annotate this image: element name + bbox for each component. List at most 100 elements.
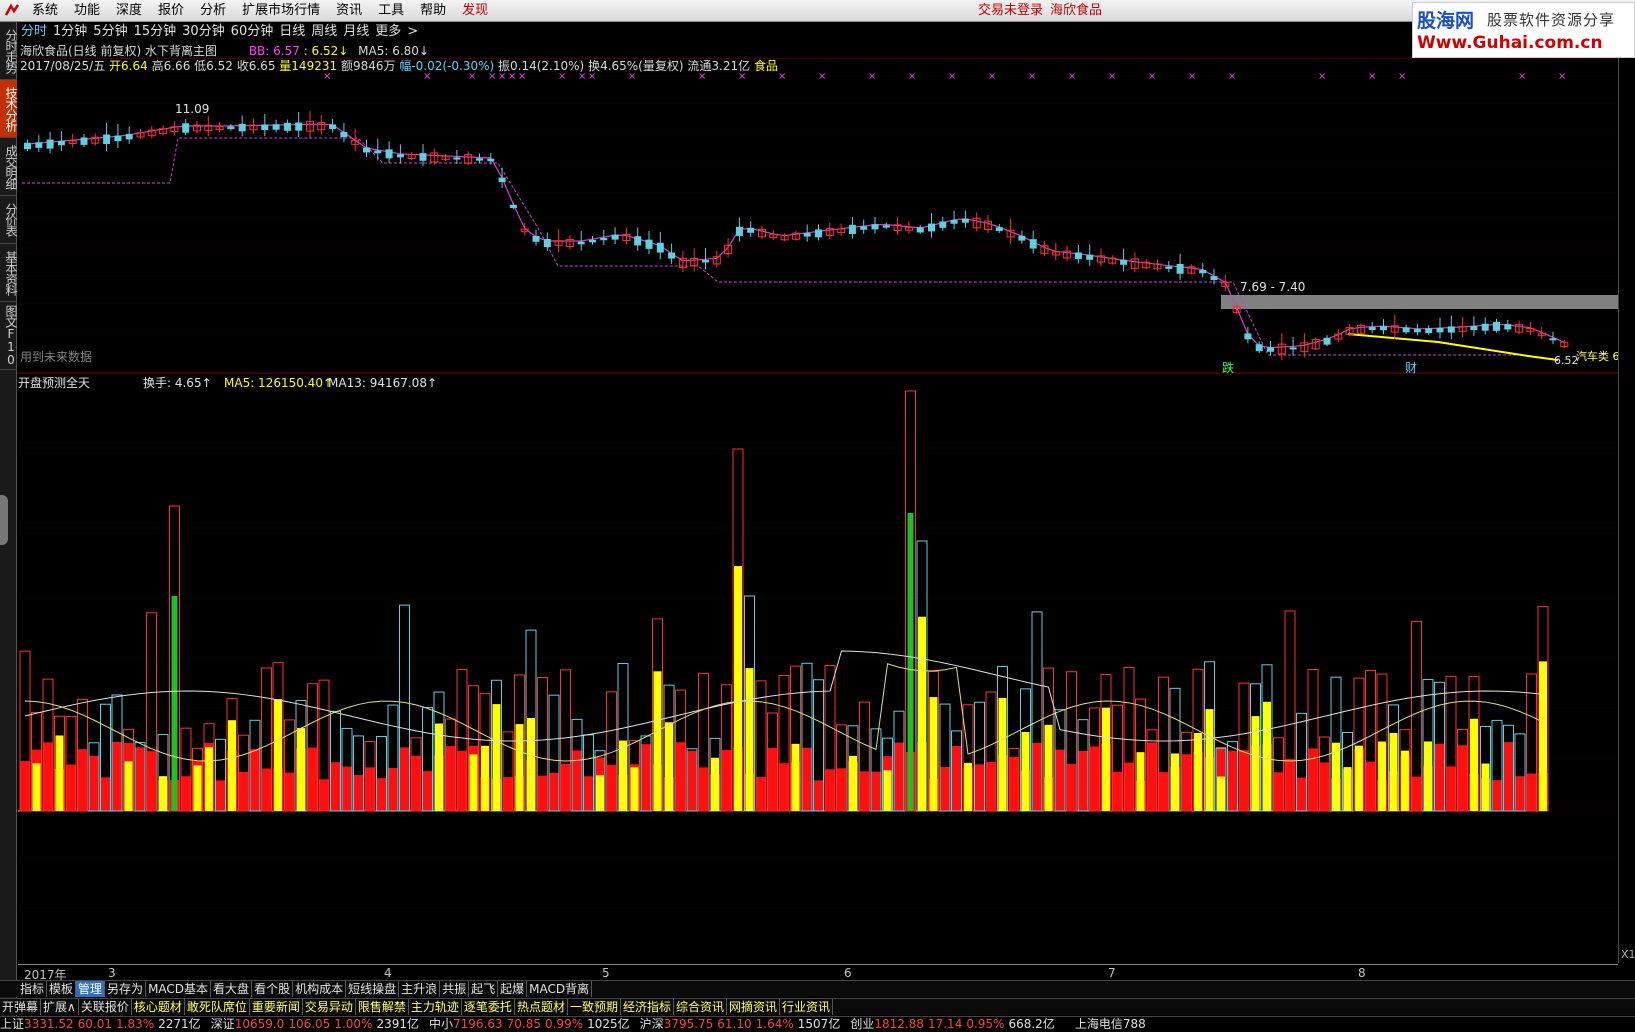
ticker-amount: 1025亿 — [587, 1017, 630, 1031]
volume-bar — [606, 764, 617, 811]
period-tab[interactable]: 15分钟 — [131, 22, 180, 42]
menu-item[interactable]: 发现 — [454, 0, 496, 22]
menu-item[interactable]: 分析 — [192, 0, 234, 22]
info-button[interactable]: 扩展∧ — [41, 999, 79, 1015]
menu-item[interactable]: 报价 — [150, 0, 192, 22]
info-button[interactable]: 核心题材 — [132, 999, 185, 1015]
indicator-button[interactable]: MACD基本 — [146, 981, 212, 997]
info-button[interactable]: 逐笔委托 — [462, 999, 515, 1015]
ticker-name: 中小 — [428, 1017, 453, 1031]
left-tab[interactable]: 图文F10 — [0, 302, 18, 370]
info-button[interactable]: 重要新闻 — [250, 999, 303, 1015]
info-button[interactable]: 主力轨迹 — [409, 999, 462, 1015]
info-button[interactable]: 经济指标 — [621, 999, 674, 1015]
volume-bar — [894, 742, 904, 811]
candle-body — [656, 242, 664, 253]
turnover-bar — [228, 720, 236, 811]
indicator-button[interactable]: 起飞 — [469, 981, 499, 997]
indicator-button[interactable]: 共振 — [440, 981, 470, 997]
left-tab[interactable]: 分价表 — [0, 196, 18, 244]
volume-bar — [1089, 746, 1100, 811]
left-tab[interactable]: 成交明细 — [0, 138, 18, 196]
login-status[interactable]: 交易未登录 — [978, 0, 1043, 22]
volume-bar — [871, 771, 881, 811]
volume-bar — [112, 741, 122, 811]
brand-watermark: 股海网 股票软件资源分享 Www.Guhai.com.cn — [1412, 2, 1635, 58]
yellow-trend-line — [1347, 333, 1559, 361]
indicator-button[interactable]: 模板 — [47, 981, 77, 997]
indicator-button[interactable]: MACD背离 — [527, 981, 593, 997]
volume-bar — [1055, 749, 1065, 811]
date-label: 8 — [1358, 966, 1366, 980]
indicator-button[interactable]: 管理 — [76, 981, 106, 997]
info-button[interactable]: 热点题材 — [515, 999, 568, 1015]
info-button[interactable]: 行业资讯 — [780, 999, 834, 1015]
volume-bar — [399, 747, 410, 811]
period-tab[interactable]: > — [404, 22, 421, 42]
indicator-button[interactable]: 另存为 — [105, 981, 147, 997]
volume-bar — [1227, 750, 1238, 811]
turnover-bar — [1355, 745, 1363, 811]
indicator-button[interactable]: 指标 — [18, 981, 48, 997]
period-tab[interactable]: 5分钟 — [90, 22, 130, 42]
info-button[interactable]: 开弹幕 — [0, 999, 42, 1015]
axis-marker: X1 — [1621, 948, 1635, 961]
turnover-bar — [1217, 776, 1225, 811]
period-tab[interactable]: 月线 — [340, 22, 372, 42]
info-button[interactable]: 网摘资讯 — [727, 999, 781, 1015]
menu-item[interactable]: 帮助 — [412, 0, 454, 22]
period-tab[interactable]: 周线 — [308, 22, 340, 42]
turnover-bar — [1194, 732, 1202, 811]
period-tab[interactable]: 1分钟 — [50, 22, 90, 42]
signal-mark: × — [558, 71, 566, 82]
signal-bar — [907, 513, 914, 811]
volume-bar — [572, 750, 582, 811]
period-tab[interactable]: 更多 — [372, 22, 404, 42]
info-button[interactable]: 敢死队席位 — [185, 999, 250, 1015]
volume-bar — [503, 777, 513, 811]
left-tab[interactable]: 技术分析 — [0, 80, 18, 138]
info-button[interactable]: 交易异动 — [303, 999, 356, 1015]
volume-bar — [20, 761, 30, 811]
kline-chart[interactable]: 11.09 7.69 - 7.40 6.52 汽车类 6 用到未来数据 跌 财 … — [18, 58, 1618, 963]
ticker-amount: 2391亿 — [376, 1017, 419, 1031]
indicator-button[interactable]: 看个股 — [252, 981, 294, 997]
mark-fall: 跌 — [1222, 360, 1234, 375]
indicator-button[interactable]: 主升浪 — [399, 981, 441, 997]
volume-bar — [1078, 750, 1088, 811]
menu-item[interactable]: 深度 — [108, 0, 150, 22]
info-button[interactable]: 一致预期 — [568, 999, 621, 1015]
info-button[interactable]: 关联报价 — [79, 999, 132, 1015]
menu-item[interactable]: 扩展市场行情 — [234, 0, 328, 22]
left-panel-handle[interactable] — [0, 495, 8, 545]
volume-bar — [560, 763, 571, 811]
indicator-button[interactable]: 机构成本 — [293, 981, 347, 997]
info-button[interactable]: 限售解禁 — [356, 999, 409, 1015]
candle-body — [1323, 337, 1331, 345]
candle-body — [453, 157, 461, 160]
volume-bar — [422, 771, 433, 811]
period-tabs: 分时 1分钟 5分钟 15分钟 30分钟 60分钟 日线 周线 月线 更多 > — [18, 22, 421, 42]
period-tab[interactable]: 日线 — [276, 22, 308, 42]
left-tab[interactable]: 分时走势 — [0, 22, 18, 80]
candle-body — [1425, 328, 1433, 333]
volume-bar — [1296, 777, 1307, 811]
indicator-button[interactable]: 起爆 — [498, 981, 528, 997]
indicator-button[interactable]: 短线操盘 — [346, 981, 400, 997]
menu-item[interactable]: 功能 — [66, 0, 108, 22]
candle-body — [80, 137, 88, 145]
menu-item[interactable]: 系统 — [24, 0, 66, 22]
volume-bar — [353, 775, 364, 811]
volume-bar — [319, 779, 329, 811]
ticker-change: 61.10 — [717, 1017, 752, 1031]
info-button[interactable]: 综合资讯 — [674, 999, 727, 1015]
period-tab[interactable]: 分时 — [18, 22, 50, 42]
menu-item[interactable]: 资讯 — [328, 0, 370, 22]
ticker-value: 3795.75 — [663, 1017, 714, 1031]
menu-item[interactable]: 工具 — [370, 0, 412, 22]
left-tab[interactable]: 基本资料 — [0, 244, 18, 302]
period-tab[interactable]: 60分钟 — [228, 22, 277, 42]
candle-body — [1549, 338, 1557, 341]
period-tab[interactable]: 30分钟 — [179, 22, 228, 42]
indicator-button[interactable]: 看大盘 — [211, 981, 253, 997]
